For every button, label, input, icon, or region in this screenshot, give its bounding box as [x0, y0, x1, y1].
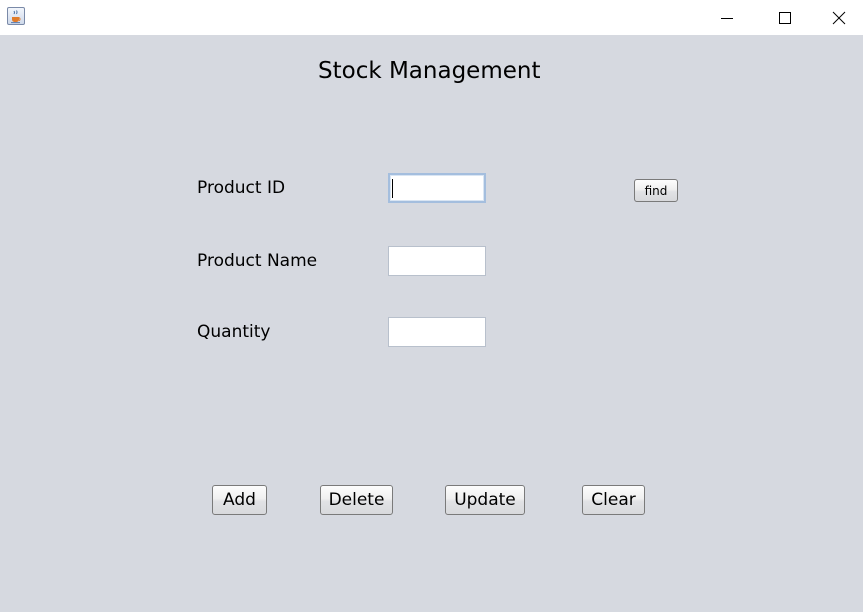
- find-button[interactable]: find: [634, 179, 678, 202]
- add-button[interactable]: Add: [212, 485, 267, 515]
- app-window: Stock Management Product ID find Product…: [0, 0, 863, 612]
- minimize-icon: [721, 17, 733, 19]
- java-cup-icon[interactable]: [7, 7, 25, 25]
- maximize-icon: [779, 11, 791, 24]
- clear-button[interactable]: Clear: [582, 485, 645, 515]
- product-id-input[interactable]: [388, 173, 486, 203]
- delete-button[interactable]: Delete: [320, 485, 393, 515]
- product-id-label: Product ID: [197, 178, 286, 198]
- product-name-label: Product Name: [197, 251, 318, 271]
- close-button[interactable]: [814, 0, 863, 35]
- quantity-input[interactable]: [388, 317, 486, 347]
- page-title: Stock Management: [318, 58, 541, 84]
- maximize-button[interactable]: [756, 0, 814, 35]
- title-bar[interactable]: [0, 0, 863, 35]
- text-caret: [392, 179, 393, 198]
- update-button[interactable]: Update: [445, 485, 525, 515]
- close-icon: [832, 11, 845, 24]
- product-name-input[interactable]: [388, 246, 486, 276]
- minimize-button[interactable]: [698, 0, 756, 35]
- quantity-label: Quantity: [197, 322, 271, 342]
